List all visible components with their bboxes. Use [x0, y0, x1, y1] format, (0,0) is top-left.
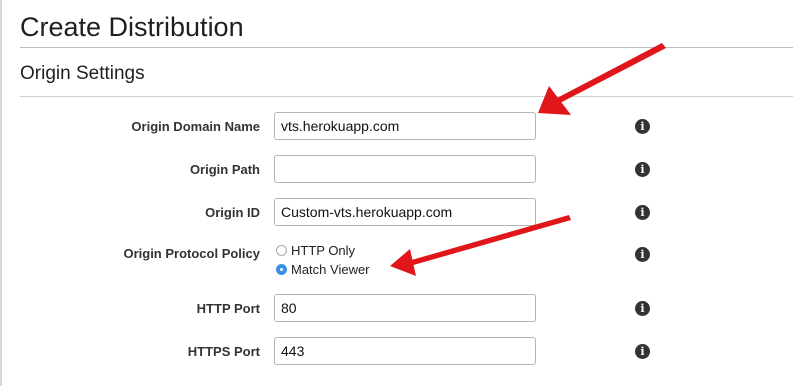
radio-http-only-label[interactable]: HTTP Only — [291, 242, 355, 260]
https-port-input[interactable] — [274, 337, 536, 365]
origin-path-label: Origin Path — [189, 162, 260, 177]
https-port-row: HTTPS Port i — [0, 337, 793, 367]
section-divider — [20, 96, 793, 97]
annotation-arrow-domain — [538, 43, 666, 115]
next-section-title-cutoff: ​ — [20, 378, 320, 386]
title-divider — [20, 47, 793, 48]
radio-match-viewer-label[interactable]: Match Viewer — [291, 261, 370, 279]
origin-id-label: Origin ID — [205, 205, 260, 220]
http-port-input[interactable] — [274, 294, 536, 322]
annotation-arrow-domain-shaft — [557, 43, 666, 103]
http-port-row: HTTP Port i — [0, 294, 793, 324]
origin-protocol-policy-radio-group: HTTP Only Match Viewer — [276, 242, 476, 282]
https-port-label: HTTPS Port — [187, 344, 260, 359]
annotation-arrow-domain-head — [538, 86, 571, 115]
origin-domain-name-row: Origin Domain Name i — [0, 112, 793, 142]
http-port-label: HTTP Port — [196, 301, 260, 316]
annotation-layer — [390, 43, 666, 276]
origin-domain-name-label: Origin Domain Name — [131, 119, 260, 134]
info-icon[interactable]: i — [635, 301, 650, 316]
radio-match-viewer[interactable]: Match Viewer — [276, 261, 436, 279]
origin-path-row: Origin Path i — [0, 155, 793, 185]
radio-match-viewer-indicator[interactable] — [276, 264, 287, 275]
origin-id-input[interactable] — [274, 198, 536, 226]
radio-http-only-indicator[interactable] — [276, 245, 287, 256]
info-icon[interactable]: i — [635, 119, 650, 134]
info-icon[interactable]: i — [635, 344, 650, 359]
info-icon[interactable]: i — [635, 162, 650, 177]
page-title: Create Distribution — [20, 12, 244, 42]
origin-protocol-policy-row: Origin Protocol Policy HTTP Only Match V… — [0, 239, 793, 277]
left-border — [0, 0, 2, 386]
origin-path-input[interactable] — [274, 155, 536, 183]
origin-domain-name-input[interactable] — [274, 112, 536, 140]
origin-protocol-policy-label: Origin Protocol Policy — [123, 246, 260, 261]
create-distribution-page: Create Distribution Origin Settings Orig… — [0, 0, 793, 386]
radio-http-only[interactable]: HTTP Only — [276, 242, 436, 260]
info-icon[interactable]: i — [635, 205, 650, 220]
origin-id-row: Origin ID i — [0, 198, 793, 228]
info-icon[interactable]: i — [635, 247, 650, 262]
section-title: Origin Settings — [20, 63, 145, 84]
